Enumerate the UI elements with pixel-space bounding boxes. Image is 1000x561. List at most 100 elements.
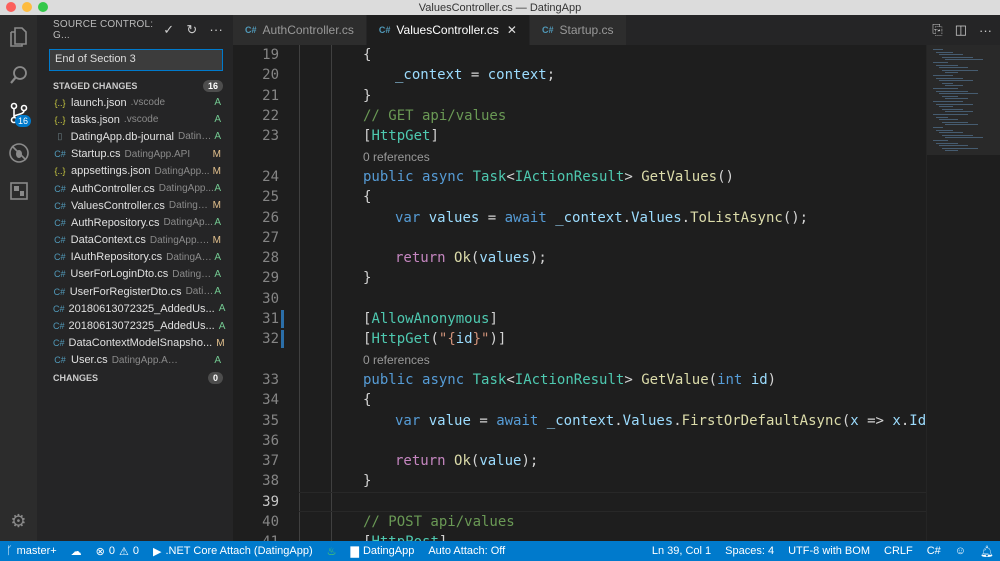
- code-line[interactable]: 27: [233, 228, 926, 248]
- code-line[interactable]: 22 // GET api/values: [233, 106, 926, 126]
- sync-button[interactable]: ☁: [71, 545, 82, 558]
- minimap-line: [933, 88, 958, 89]
- minimap-line: [945, 72, 958, 74]
- notifications-bell-icon[interactable]: 🔔︎: [980, 545, 994, 558]
- code-line[interactable]: 30: [233, 289, 926, 309]
- code-line[interactable]: 29}: [233, 268, 926, 288]
- code-line[interactable]: 35 var value = await _context.Values.Firs…: [233, 410, 926, 430]
- staged-file-item[interactable]: {..} tasks.json .vscode A: [37, 111, 233, 128]
- open-changes-icon[interactable]: ⎘: [932, 22, 942, 38]
- code-line[interactable]: 21}: [233, 86, 926, 106]
- extensions-icon[interactable]: [0, 173, 37, 209]
- code-line[interactable]: 37 return Ok(value);: [233, 451, 926, 471]
- file-path: DatingAp...: [166, 251, 215, 263]
- auto-attach-toggle[interactable]: Auto Attach: Off: [428, 545, 505, 557]
- search-icon[interactable]: [0, 57, 37, 93]
- code-line[interactable]: 33 public async Task<IActionResult> GetVa…: [233, 370, 926, 390]
- commit-message-input[interactable]: End of Section 3: [49, 49, 223, 71]
- debug-icon[interactable]: [0, 135, 37, 171]
- staged-file-item[interactable]: ▯ DatingApp.db-journal Dating... A: [37, 128, 233, 145]
- staged-file-item[interactable]: C# 20180613072325_AddedUs... A: [37, 300, 233, 317]
- changes-header[interactable]: CHANGES 0: [37, 369, 233, 386]
- more-icon[interactable]: ···: [979, 23, 992, 38]
- flame-icon[interactable]: ♨: [327, 545, 337, 558]
- title-bar: ValuesController.cs — DatingApp: [0, 0, 1000, 15]
- code-text: }: [363, 473, 372, 490]
- code-line[interactable]: 36: [233, 431, 926, 451]
- csharp-icon: C#: [53, 338, 65, 349]
- staged-file-item[interactable]: {..} launch.json .vscode A: [37, 94, 233, 111]
- line-number: 38: [262, 473, 279, 490]
- staged-file-item[interactable]: C# DataContext.cs DatingApp.A... M: [37, 232, 233, 249]
- split-editor-icon[interactable]: ◫: [955, 22, 967, 38]
- staged-file-item[interactable]: C# AuthController.cs DatingApp... A: [37, 180, 233, 197]
- staged-file-item[interactable]: C# DataContextModelSnapsho... M: [37, 335, 233, 352]
- close-tab-icon[interactable]: ✕: [507, 23, 517, 37]
- maximize-window-button[interactable]: [38, 2, 48, 12]
- tab-authcontroller[interactable]: C# AuthController.cs: [233, 15, 367, 45]
- minimap-line: [933, 49, 943, 50]
- code-line[interactable]: 28 return Ok(values);: [233, 248, 926, 268]
- minimize-window-button[interactable]: [22, 2, 32, 12]
- code-line[interactable]: 31 [AllowAnonymous]: [233, 309, 926, 329]
- csharp-icon: C#: [53, 303, 65, 314]
- code-editor[interactable]: 19 {20 _context = context; 21} 22 // GET api/…: [233, 45, 926, 541]
- minimap-line: [939, 145, 968, 147]
- code-line[interactable]: 41 [HttpPost]: [233, 532, 926, 541]
- commit-check-icon[interactable]: ✓: [163, 22, 174, 38]
- code-line[interactable]: 25 {: [233, 187, 926, 207]
- staged-file-item[interactable]: C# User.csDatingApp.API/Models A: [37, 352, 233, 369]
- codelens-references[interactable]: 0 references: [233, 147, 926, 167]
- code-line[interactable]: 34 {: [233, 390, 926, 410]
- minimap-line: [933, 127, 943, 128]
- problems-indicator[interactable]: ⊗ 0 ⚠ 0: [96, 545, 139, 558]
- staged-file-item[interactable]: C# 20180613072325_AddedUs... A: [37, 317, 233, 334]
- code-line[interactable]: 39: [233, 492, 926, 512]
- more-actions-icon[interactable]: ···: [209, 22, 223, 38]
- folder-indicator[interactable]: ▇ DatingApp: [351, 545, 415, 558]
- debug-config-selector[interactable]: ▶ .NET Core Attach (DatingApp): [153, 545, 313, 558]
- code-line[interactable]: 20 _context = context;: [233, 65, 926, 85]
- code-line[interactable]: 19 {: [233, 45, 926, 65]
- staged-file-item[interactable]: C# IAuthRepository.cs DatingAp... A: [37, 249, 233, 266]
- refresh-icon[interactable]: ↻: [186, 22, 197, 38]
- staged-file-item[interactable]: C# UserForLoginDto.cs DatingA... A: [37, 266, 233, 283]
- staged-file-item[interactable]: C# AuthRepository.cs DatingAp... A: [37, 214, 233, 231]
- indentation-selector[interactable]: Spaces: 4: [725, 545, 774, 557]
- code-line[interactable]: 32 [HttpGet("{id}")]: [233, 329, 926, 349]
- eol-selector[interactable]: CRLF: [884, 545, 913, 557]
- file-name: launch.json: [71, 96, 127, 109]
- branch-indicator[interactable]: ᚴ master+: [6, 545, 57, 557]
- code-line[interactable]: 26 var values = await _context.Values.ToL…: [233, 207, 926, 227]
- tab-valuescontroller[interactable]: C# ValuesController.cs ✕: [366, 15, 530, 45]
- settings-gear-icon[interactable]: ⚙: [0, 503, 37, 539]
- minimap[interactable]: [926, 45, 1000, 541]
- staged-file-item[interactable]: C# ValuesController.cs DatingA... M: [37, 197, 233, 214]
- encoding-selector[interactable]: UTF-8 with BOM: [788, 545, 870, 557]
- line-number: 23: [262, 128, 279, 145]
- cursor-position[interactable]: Ln 39, Col 1: [652, 545, 711, 557]
- explorer-icon[interactable]: [0, 19, 37, 55]
- minimap-line: [939, 93, 978, 95]
- close-window-button[interactable]: [6, 2, 16, 12]
- tab-startup[interactable]: C# Startup.cs: [529, 15, 627, 45]
- staged-file-item[interactable]: C# Startup.cs DatingApp.API M: [37, 146, 233, 163]
- code-line[interactable]: 40 // POST api/values: [233, 512, 926, 532]
- staged-changes-header[interactable]: STAGED CHANGES 16: [37, 77, 233, 94]
- language-mode-selector[interactable]: C#: [927, 545, 941, 557]
- staged-file-item[interactable]: C# UserForRegisterDto.cs Datin... A: [37, 283, 233, 300]
- file-status: A: [214, 217, 221, 229]
- file-name: 20180613072325_AddedUs...: [68, 302, 215, 315]
- staged-file-item[interactable]: {..} appsettings.json DatingApp... M: [37, 163, 233, 180]
- tab-label: AuthController.cs: [262, 23, 354, 37]
- code-line[interactable]: 38}: [233, 471, 926, 491]
- source-control-icon[interactable]: 16: [0, 95, 37, 131]
- feedback-smiley-icon[interactable]: ☺: [955, 545, 966, 557]
- changes-label: CHANGES: [53, 372, 99, 383]
- sidebar-title: SOURCE CONTROL: G...: [53, 19, 154, 41]
- code-line[interactable]: 23 [HttpGet]: [233, 126, 926, 146]
- csharp-icon: C#: [54, 217, 66, 228]
- codelens-references[interactable]: 0 references: [233, 350, 926, 370]
- code-text: public async Task<IActionResult> GetValu…: [363, 371, 777, 388]
- code-line[interactable]: 24 public async Task<IActionResult> GetVa…: [233, 167, 926, 187]
